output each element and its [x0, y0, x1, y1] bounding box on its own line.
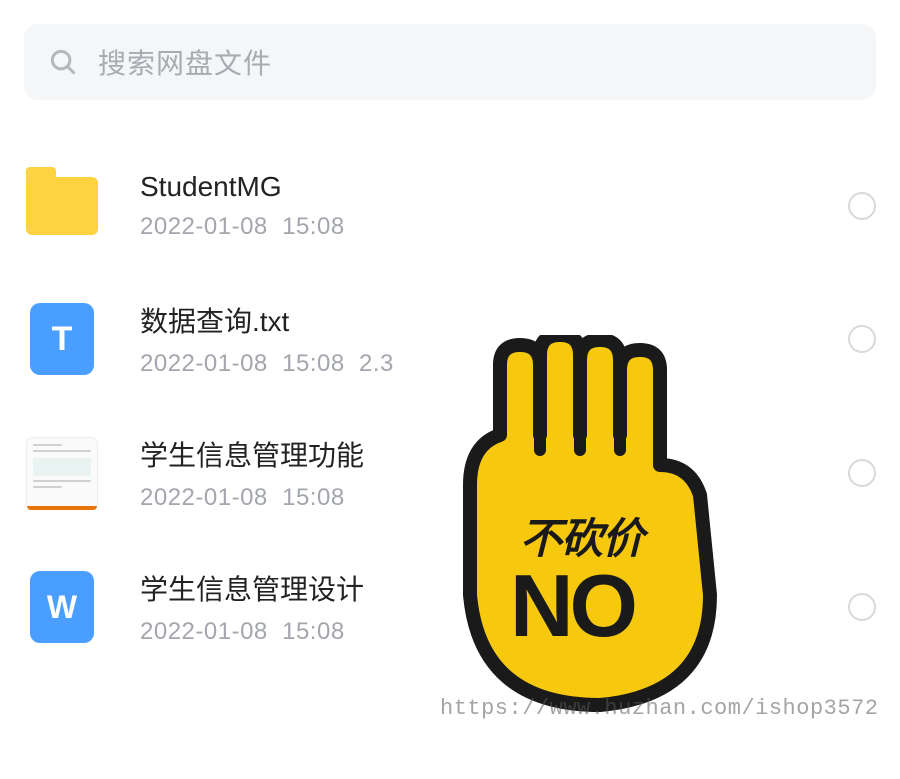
select-toggle[interactable]	[848, 325, 876, 353]
search-placeholder: 搜索网盘文件	[98, 42, 272, 82]
select-toggle[interactable]	[848, 593, 876, 621]
doc-thumbnail-icon	[24, 435, 100, 511]
select-toggle[interactable]	[848, 192, 876, 220]
word-file-icon: W	[24, 569, 100, 645]
select-toggle[interactable]	[848, 459, 876, 487]
watermark-text: https://www.huzhan.com/ishop3572	[440, 696, 878, 721]
txt-file-icon: T	[24, 301, 100, 377]
search-icon	[48, 47, 78, 77]
file-name: StudentMG	[140, 171, 828, 203]
no-bargain-sticker: 不砍价 NO	[430, 335, 750, 715]
file-meta: StudentMG 2022-01-08 15:08	[140, 171, 828, 241]
search-bar[interactable]: 搜索网盘文件	[24, 24, 876, 100]
file-subtitle: 2022-01-08 15:08	[140, 213, 828, 241]
sticker-text-en: NO	[510, 555, 634, 657]
file-name: 数据查询.txt	[140, 300, 828, 340]
folder-icon	[24, 168, 100, 244]
list-item[interactable]: StudentMG 2022-01-08 15:08	[24, 140, 876, 272]
